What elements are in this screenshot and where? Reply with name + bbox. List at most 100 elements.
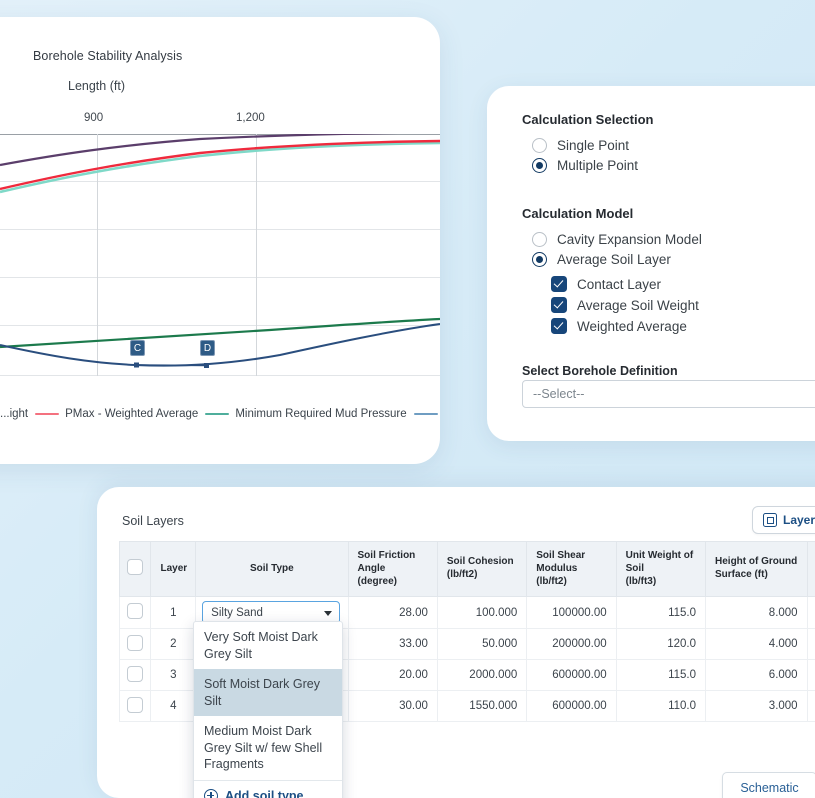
- checkbox-weighted-average-control[interactable]: [551, 318, 567, 334]
- row-friction: 30.00: [347, 690, 438, 723]
- legend-label-pmax: PMax - Weighted Average: [65, 408, 199, 420]
- row-checkbox-cell[interactable]: [118, 596, 152, 630]
- row-water-height: [806, 659, 815, 692]
- radio-single-point-label: Single Point: [557, 138, 630, 153]
- header-shear-l2: Modulus: [536, 562, 578, 574]
- chart-marker-label-d[interactable]: D: [200, 340, 215, 356]
- row-checkbox[interactable]: [127, 603, 144, 620]
- chart-card: Borehole Stability Analysis Length (ft) …: [0, 17, 440, 464]
- header-height-of-ground-surface: Height of Ground Surface (ft): [705, 540, 808, 598]
- dropdown-option[interactable]: Very Soft Moist Dark Grey Silt: [194, 622, 342, 669]
- radio-cavity-expansion-control[interactable]: [532, 232, 547, 247]
- legend-swatch-min-mud: [205, 412, 230, 416]
- header-unitweight-l3: (lb/ft3): [625, 575, 657, 587]
- header-unitweight-l1: Unit Weight of: [625, 550, 694, 561]
- chart-point-d: [204, 363, 209, 368]
- row-cohesion: 1550.000: [436, 690, 528, 723]
- chart-gridlines: [0, 134, 440, 376]
- layer-button[interactable]: Layer: [752, 506, 815, 534]
- checkbox-average-soil-weight-label: Average Soil Weight: [577, 297, 699, 313]
- borehole-definition-label: Select Borehole Definition: [522, 364, 678, 378]
- row-water-height: [806, 596, 815, 630]
- header-select-all[interactable]: [118, 540, 152, 598]
- checkbox-contact-layer[interactable]: Contact Layer: [551, 276, 661, 292]
- chart-marker-label-c[interactable]: C: [130, 340, 145, 356]
- row-ground-height: 6.000: [705, 659, 808, 692]
- borehole-definition-select[interactable]: --Select--: [522, 380, 815, 408]
- row-checkbox[interactable]: [127, 696, 144, 713]
- header-cohesion-l2: (lb/ft2): [446, 569, 478, 581]
- row-checkbox-cell[interactable]: [118, 659, 152, 692]
- radio-single-point[interactable]: Single Point: [532, 138, 629, 153]
- row-layer: 2: [150, 628, 197, 661]
- checkbox-average-soil-weight[interactable]: Average Soil Weight: [551, 297, 699, 313]
- legend-label-min-mud: Minimum Required Mud Pressure: [235, 408, 407, 420]
- header-cohesion-l1: Soil Cohesion: [446, 556, 514, 568]
- chart-legend: ...ight PMax - Weighted Average Minimum …: [0, 403, 440, 425]
- schematic-button[interactable]: Schematic: [722, 772, 815, 798]
- header-soil-cohesion: Soil Cohesion (lb/ft2): [436, 540, 528, 598]
- legend-item-extra[interactable]: [413, 412, 438, 416]
- schematic-button-label: Schematic: [740, 780, 799, 795]
- row-cohesion: 2000.000: [436, 659, 528, 692]
- radio-cavity-expansion-model[interactable]: Cavity Expansion Model: [532, 232, 702, 247]
- header-unit-weight-of-soil: Unit Weight of Soil (lb/ft3): [615, 540, 707, 598]
- chevron-down-icon: [324, 610, 333, 616]
- row-unit-weight: 115.0: [615, 659, 707, 692]
- row-unit-weight: 110.0: [615, 690, 707, 723]
- row-checkbox[interactable]: [127, 634, 144, 651]
- checkbox-weighted-average[interactable]: Weighted Average: [551, 318, 687, 334]
- row-checkbox-cell[interactable]: [118, 628, 152, 661]
- radio-single-point-control[interactable]: [532, 138, 547, 153]
- checkbox-contact-layer-label: Contact Layer: [577, 276, 662, 292]
- row-water-height: [806, 628, 815, 661]
- legend-swatch-extra: [413, 412, 438, 416]
- radio-multiple-point-label: Multiple Point: [557, 158, 639, 173]
- header-ground-l2: Surface (ft): [715, 569, 768, 581]
- row-checkbox-cell[interactable]: [118, 690, 152, 723]
- row-layer: 3: [150, 659, 197, 692]
- layers-icon: [763, 513, 777, 527]
- layer-button-label: Layer: [783, 513, 815, 527]
- row-checkbox[interactable]: [127, 665, 144, 682]
- soil-type-dropdown-menu[interactable]: Very Soft Moist Dark Grey Silt Soft Mois…: [193, 621, 343, 798]
- series-blue: [0, 323, 440, 367]
- row-friction: 33.00: [347, 628, 438, 661]
- checkbox-average-soil-weight-control[interactable]: [551, 297, 567, 313]
- row-ground-height: 4.000: [705, 628, 808, 661]
- chart-marker-connector: [136, 364, 208, 367]
- select-all-checkbox[interactable]: [127, 558, 144, 575]
- radio-cavity-expansion-label: Cavity Expansion Model: [557, 232, 702, 247]
- header-layer: Layer: [150, 540, 197, 598]
- radio-multiple-point[interactable]: Multiple Point: [532, 158, 638, 173]
- row-unit-weight: 115.0: [615, 596, 707, 630]
- radio-multiple-point-control[interactable]: [532, 158, 547, 173]
- radio-average-soil-layer[interactable]: Average Soil Layer: [532, 252, 671, 267]
- series-min-mud: [0, 317, 440, 349]
- chart-svg: [0, 134, 440, 376]
- chart-point-c: [134, 362, 139, 368]
- legend-label-0: ...ight: [0, 408, 29, 420]
- legend-item-min-mud[interactable]: Minimum Required Mud Pressure: [205, 408, 407, 420]
- row-ground-height: 3.000: [705, 690, 808, 723]
- header-unitweight-l2: Soil: [625, 562, 644, 574]
- header-soil-friction-angle: Soil Friction Angle (degree): [347, 540, 438, 598]
- header-soil-shear-modulus: Soil Shear Modulus (lb/ft2): [526, 540, 617, 598]
- soil-type-value: Silty Sand: [211, 606, 263, 619]
- radio-average-soil-layer-control[interactable]: [532, 252, 547, 267]
- row-friction: 28.00: [347, 596, 438, 630]
- legend-item-pmax[interactable]: PMax - Weighted Average: [35, 408, 198, 420]
- soil-table-head: Layer Soil Type Soil Friction Angle (deg…: [118, 540, 815, 598]
- dropdown-option-selected[interactable]: Soft Moist Dark Grey Silt: [194, 669, 342, 716]
- chart-title: Borehole Stability Analysis: [33, 49, 183, 63]
- checkbox-contact-layer-control[interactable]: [551, 276, 567, 292]
- row-friction: 20.00: [347, 659, 438, 692]
- row-layer: 1: [150, 596, 197, 630]
- add-soil-type-button[interactable]: Add soil type: [194, 779, 342, 798]
- row-shear: 200000.00: [526, 628, 617, 661]
- dropdown-option[interactable]: Medium Moist Dark Grey Silt w/ few Shell…: [194, 716, 342, 780]
- row-cohesion: 50.000: [436, 628, 528, 661]
- x-tick-900: 900: [84, 112, 104, 124]
- calculation-panel: Calculation Selection Single Point Multi…: [487, 86, 815, 441]
- calculation-model-heading: Calculation Model: [522, 206, 634, 221]
